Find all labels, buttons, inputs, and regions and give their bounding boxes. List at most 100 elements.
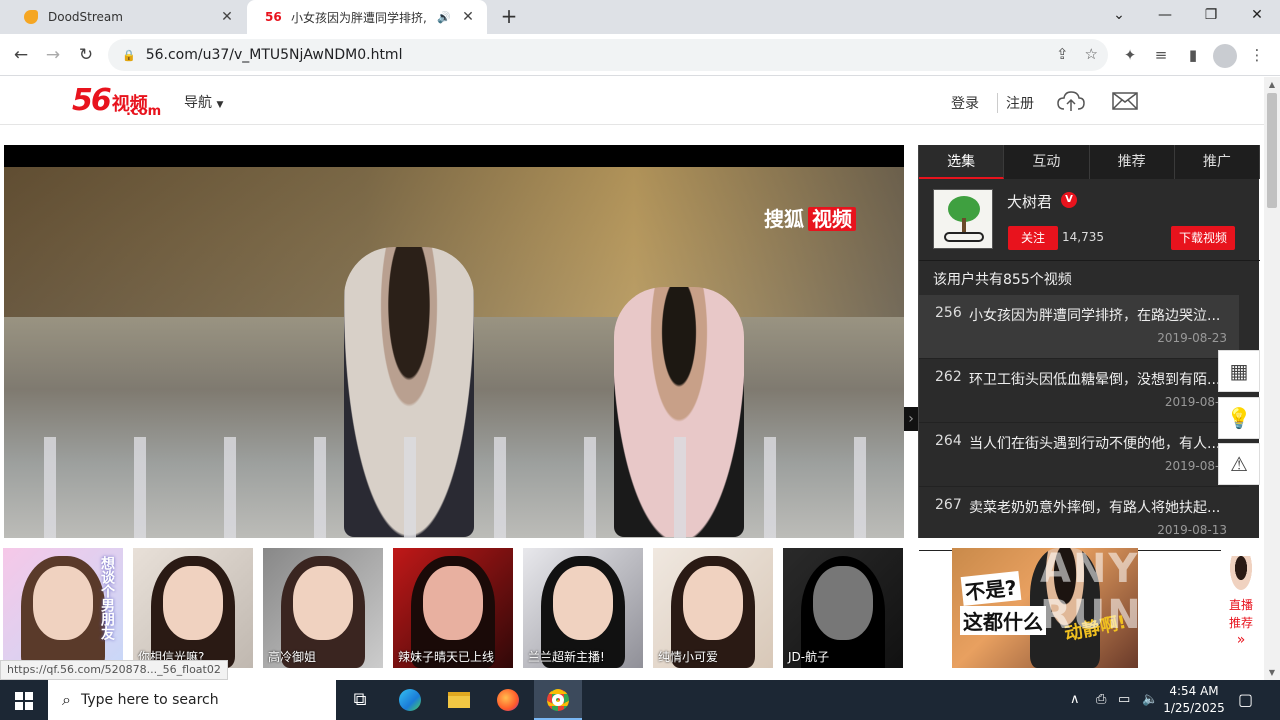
nav-label: 导航 — [184, 95, 212, 111]
ad-caption: 兰兰超新主播! — [528, 650, 605, 664]
playlist-sidebar: 选集 互动 推荐 推广 大树君 V 关注 14,735 下载视频 该用户共有85… — [918, 145, 1260, 551]
video-frame[interactable]: 搜狐 视频 — [4, 167, 904, 538]
video-count-text: 该用户共有855个视频 — [933, 272, 1072, 288]
upload-cloud-icon[interactable] — [1056, 89, 1086, 113]
uploader-info: 大树君 V 关注 14,735 下载视频 — [919, 179, 1260, 261]
qr-code-icon[interactable]: ▦ — [1218, 350, 1260, 392]
back-icon[interactable]: ← — [8, 42, 34, 68]
forward-icon[interactable]: → — [40, 42, 66, 68]
uploader-name[interactable]: 大树君 — [1007, 191, 1052, 212]
taskbar-search-box[interactable]: ⌕ Type here to search — [48, 680, 336, 720]
firefox-icon[interactable] — [484, 680, 532, 720]
share-icon[interactable]: ⇪ — [1056, 45, 1069, 63]
nav-menu[interactable]: 导航 ▼ — [184, 92, 223, 112]
side-panel-icon[interactable]: ▮ — [1182, 44, 1204, 66]
list-item[interactable]: 267 卖菜老奶奶意外摔倒，有路人将她扶起... 2019-08-13 — [919, 487, 1239, 551]
download-video-button[interactable]: 下载视频 — [1171, 226, 1235, 250]
video-number: 264 — [935, 433, 962, 449]
new-tab-button[interactable]: + — [498, 5, 520, 27]
ad-caption: 辣妹子晴天已上线 — [398, 650, 495, 664]
anyrun-watermark: ANY ▷ RUN — [1040, 546, 1189, 638]
video-player[interactable]: 搜狐 视频 — [4, 145, 904, 538]
uploader-avatar[interactable] — [933, 189, 993, 249]
video-railing — [4, 437, 904, 538]
tab-interaction[interactable]: 互动 — [1004, 145, 1090, 179]
scrollbar-thumb[interactable] — [1267, 93, 1277, 208]
register-link[interactable]: 注册 — [997, 93, 1034, 113]
video-title: 当人们在街头遇到行动不便的他，有人... — [969, 436, 1221, 452]
media-control-icon[interactable]: ≡ — [1150, 44, 1172, 66]
lock-icon[interactable]: 🔒 — [122, 49, 136, 62]
ad-thumbnail[interactable]: JD-航子 — [783, 548, 903, 668]
video-number: 267 — [935, 497, 962, 513]
ad-caption: 高冷御姐 — [268, 650, 317, 664]
collapse-sidebar-arrow-icon[interactable]: › — [904, 407, 918, 431]
tab-recommend[interactable]: 推荐 — [1090, 145, 1175, 179]
volume-icon[interactable]: 🔈 — [1142, 680, 1158, 720]
ad-caption: JD-航子 — [788, 650, 830, 664]
video-date: 2019-08-13 — [1157, 523, 1227, 537]
ad-caption: 纯情小可爱 — [658, 650, 719, 664]
video-title: 环卫工街头因低血糖晕倒，没想到有陌... — [969, 372, 1221, 388]
tab-search-dropdown-icon[interactable]: ⌄ — [1096, 0, 1142, 30]
lightbulb-icon[interactable]: 💡 — [1218, 397, 1260, 439]
search-placeholder: Type here to search — [80, 692, 219, 708]
list-item[interactable]: 262 环卫工街头因低血糖晕倒，没想到有陌... 2019-08-2 — [919, 359, 1239, 423]
taskbar-clock[interactable]: 4:54 AM 1/25/2025 — [1160, 683, 1228, 717]
profile-avatar[interactable] — [1213, 44, 1237, 68]
list-item[interactable]: 264 当人们在街头遇到行动不便的他，有人... 2019-08-1 — [919, 423, 1239, 487]
bookmark-star-icon[interactable]: ☆ — [1085, 45, 1098, 63]
list-item[interactable]: 256 小女孩因为胖遭同学排挤，在路边哭泣... 2019-08-23 — [919, 295, 1239, 359]
ad-thumbnail[interactable]: 兰兰超新主播! — [523, 548, 643, 668]
page-scrollbar[interactable]: ▲ ▼ — [1264, 77, 1280, 680]
chrome-icon[interactable] — [534, 680, 582, 720]
ad-thumbnail[interactable]: 你相信光嘛? — [133, 548, 253, 668]
ad-text-line1: 不是? — [960, 571, 1021, 606]
clock-date: 1/25/2025 — [1163, 701, 1225, 715]
ad-thumbnail[interactable]: 辣妹子晴天已上线 — [393, 548, 513, 668]
follow-button[interactable]: 关注 — [1008, 226, 1058, 250]
ad-caption: 想谈个男朋友 — [99, 556, 115, 640]
url-text: 56.com/u37/v_MTU5NjAwNDM0.html — [145, 47, 403, 63]
close-window-button[interactable]: ✕ — [1234, 0, 1280, 30]
close-tab-icon[interactable]: ✕ — [459, 9, 477, 25]
site-logo[interactable]: 56 视频 .com — [72, 83, 161, 119]
restore-button[interactable]: ❐ — [1188, 0, 1234, 30]
scroll-up-icon[interactable]: ▲ — [1264, 80, 1280, 89]
close-tab-icon[interactable]: ✕ — [218, 9, 236, 25]
menu-icon[interactable]: ⋮ — [1246, 44, 1268, 66]
meet-now-icon[interactable]: ⎙ — [1096, 680, 1106, 720]
tree-trunk — [962, 218, 966, 232]
56-favicon-icon: 56 — [265, 10, 282, 24]
ad-thumbnail[interactable]: 纯情小可爱 — [653, 548, 773, 668]
message-envelope-icon[interactable] — [1110, 89, 1140, 113]
address-bar[interactable]: 🔒 56.com/u37/v_MTU5NjAwNDM0.html ⇪ ☆ — [108, 39, 1108, 71]
ad-face — [683, 566, 743, 640]
tab-promotion[interactable]: 推广 — [1175, 145, 1260, 179]
login-link[interactable]: 登录 — [951, 93, 979, 113]
task-view-icon[interactable]: ⧉ — [336, 680, 384, 720]
search-icon: ⌕ — [62, 690, 71, 709]
file-explorer-icon[interactable] — [435, 680, 483, 720]
report-warning-icon[interactable]: ⚠ — [1218, 443, 1260, 485]
video-title: 小女孩因为胖遭同学排挤，在路边哭泣... — [969, 308, 1221, 324]
scroll-down-icon[interactable]: ▼ — [1264, 668, 1280, 677]
ad-thumbnail[interactable]: 想谈个男朋友 — [3, 548, 123, 668]
edge-icon[interactable] — [386, 680, 434, 720]
video-title: 卖菜老奶奶意外摔倒，有路人将她扶起... — [969, 500, 1221, 516]
tab-episodes[interactable]: 选集 — [919, 145, 1005, 179]
show-hidden-icons-icon[interactable]: ∧ — [1070, 680, 1080, 720]
minimize-button[interactable]: — — [1142, 0, 1188, 30]
notification-icon[interactable]: ▢ — [1238, 680, 1253, 720]
ad-face — [553, 566, 613, 640]
tab-doodstream[interactable]: DoodStream ✕ — [6, 0, 246, 34]
speaker-icon[interactable]: 🔊 — [437, 11, 451, 24]
tab-56-video[interactable]: 56 小女孩因为胖遭同学排挤, 🔊 ✕ — [247, 0, 487, 34]
ad-thumbnail[interactable]: 高冷御姐 — [263, 548, 383, 668]
network-icon[interactable]: ▭ — [1118, 680, 1130, 720]
reload-icon[interactable]: ↻ — [73, 42, 99, 68]
browser-tab-strip: DoodStream ✕ 56 小女孩因为胖遭同学排挤, 🔊 ✕ + ⌄ — ❐… — [0, 0, 1280, 34]
extensions-icon[interactable]: ✦ — [1119, 44, 1141, 66]
tab-title: DoodStream — [48, 10, 123, 24]
windows-start-icon[interactable] — [0, 680, 48, 720]
